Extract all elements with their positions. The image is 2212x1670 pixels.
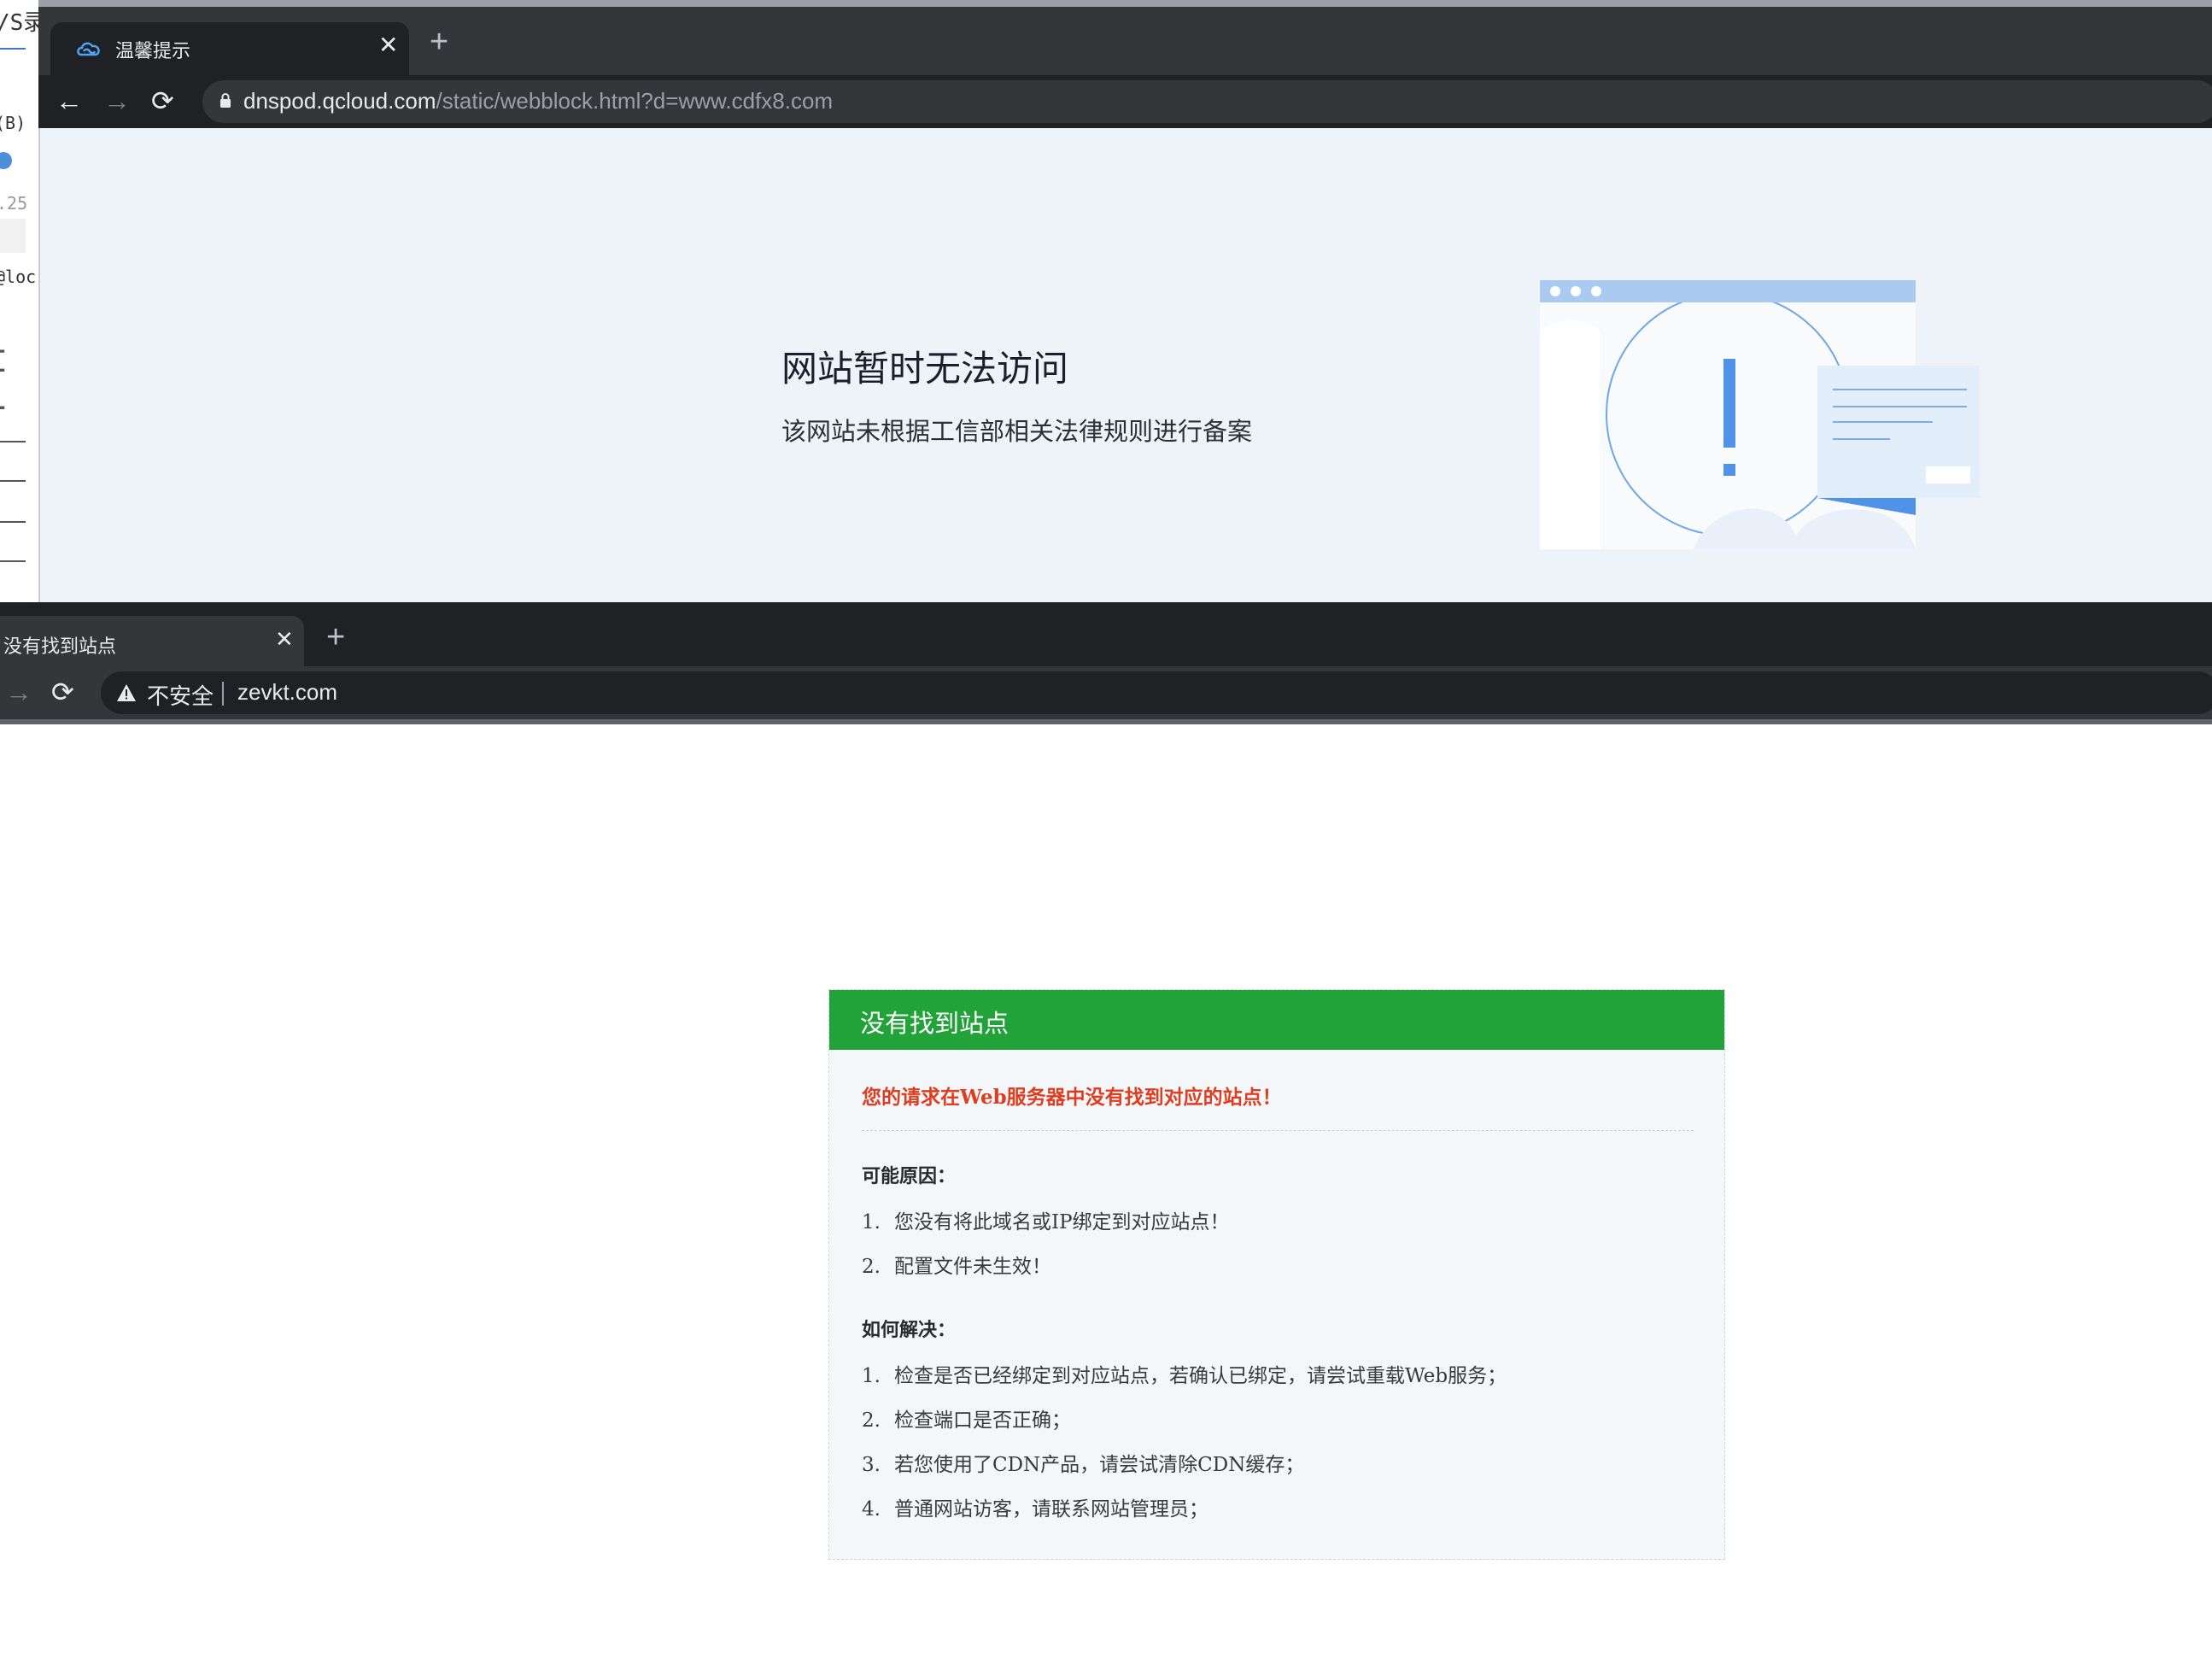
list-text: 检查端口是否正确； [894, 1409, 1071, 1432]
reload-icon[interactable]: ⟳ [151, 87, 174, 114]
card-title: 没有找到站点 [860, 1009, 1009, 1038]
cloud-icon [77, 42, 100, 56]
list-number: 4. [862, 1498, 881, 1521]
list-number: 2. [862, 1256, 881, 1278]
warning-icon[interactable] [116, 683, 137, 702]
warning-illustration [1540, 280, 1980, 549]
list-text: 您没有将此域名或IP绑定到对应站点！ [894, 1211, 1230, 1233]
list-item: 1. 检查是否已经绑定到对应站点，若确认已绑定，请尝试重载Web服务； [862, 1359, 1507, 1388]
bg-text-2: (B) [0, 113, 26, 133]
page-heading: 网站暂时无法访问 [781, 349, 1069, 389]
tab-title: 温馨提示 [115, 40, 191, 62]
list-text: 检查是否已经绑定到对应站点，若确认已绑定，请尝试重载Web服务； [894, 1365, 1507, 1387]
list-item: 1. 您没有将此域名或IP绑定到对应站点！ [862, 1205, 1230, 1234]
address-text[interactable]: dnspod.qcloud.com/static/webblock.html?d… [243, 88, 833, 114]
background-window: /S录 (B) .25 @loc t l [0, 0, 41, 602]
blocked-page: 网站暂时无法访问 该网站未根据工信部相关法律规则进行备案 [38, 128, 2212, 609]
page-subheading: 该网站未根据工信部相关法律规则进行备案 [781, 419, 1253, 446]
solutions-title: 如何解决： [862, 1319, 957, 1341]
toolbar: → ⟳ 不安全 zevkt.com [0, 666, 2212, 719]
tab-warm-tip[interactable]: 温馨提示 ✕ [50, 22, 409, 75]
list-number: 1. [862, 1211, 881, 1233]
bg-text-3: .25 [0, 193, 28, 214]
bg-text-6: l [0, 372, 9, 419]
list-item: 4. 普通网站访客，请联系网站管理员； [862, 1492, 1208, 1521]
error-message: 您的请求在Web服务器中没有找到对应的站点！ [862, 1086, 1282, 1109]
list-item: 2. 检查端口是否正确； [862, 1403, 1071, 1433]
list-text: 配置文件未生效！ [894, 1256, 1051, 1278]
tab-site-not-found[interactable]: 没有找到站点 ✕ [0, 616, 304, 666]
address-separator [222, 682, 224, 706]
bg-divider [0, 48, 26, 50]
bg-line [0, 560, 26, 562]
reload-icon[interactable]: ⟳ [51, 678, 74, 706]
back-icon[interactable]: ← [56, 87, 83, 114]
list-text: 普通网站访客，请联系网站管理员； [894, 1498, 1208, 1521]
list-item: 3. 若您使用了CDN产品，请尝试清除CDN缓存； [862, 1448, 1304, 1477]
tab-title: 没有找到站点 [3, 636, 117, 657]
new-tab-button[interactable]: + [326, 621, 345, 653]
security-label[interactable]: 不安全 [147, 679, 214, 711]
bg-text-1: /S录 [0, 10, 39, 36]
browser-window-dnspod: 温馨提示 ✕ + ← → ⟳ dnspod.qcloud.com/static/… [38, 0, 2212, 609]
forward-icon[interactable]: → [103, 87, 131, 114]
list-number: 3. [862, 1454, 881, 1476]
list-number: 2. [862, 1409, 881, 1432]
reasons-title: 可能原因： [862, 1165, 957, 1187]
bg-globe-icon [0, 152, 12, 169]
list-number: 1. [862, 1365, 881, 1387]
bg-line [0, 480, 26, 482]
bg-panel [0, 219, 26, 253]
forward-icon[interactable]: → [5, 678, 32, 706]
toolbar: ← → ⟳ dnspod.qcloud.com/static/webblock.… [38, 75, 2212, 128]
card-header: 没有找到站点 [829, 990, 1724, 1050]
list-text: 若您使用了CDN产品，请尝试清除CDN缓存； [894, 1454, 1305, 1476]
bg-text-4: @loc [0, 267, 37, 287]
tab-close-icon[interactable]: ✕ [275, 626, 294, 653]
new-tab-button[interactable]: + [430, 26, 448, 58]
address-text[interactable]: zevkt.com [237, 679, 337, 706]
address-bar[interactable]: dnspod.qcloud.com/static/webblock.html?d… [202, 80, 2212, 123]
divider [862, 1130, 1694, 1131]
tab-close-icon[interactable]: ✕ [378, 31, 398, 59]
url-path: /static/webblock.html?d=www.cdfx8.com [436, 88, 834, 114]
url-host: dnspod.qcloud.com [243, 88, 436, 114]
tab-strip: 没有找到站点 ✕ + [0, 602, 2212, 666]
address-bar[interactable]: 不安全 zevkt.com [101, 671, 2212, 714]
bg-line [0, 441, 26, 442]
list-item: 2. 配置文件未生效！ [862, 1250, 1051, 1279]
lock-icon[interactable] [219, 92, 231, 108]
site-not-found-card: 没有找到站点 您的请求在Web服务器中没有找到对应的站点！ 可能原因： 1. 您没… [828, 989, 1725, 1560]
tab-strip: 温馨提示 ✕ + [38, 7, 2212, 75]
bg-line [0, 521, 26, 523]
